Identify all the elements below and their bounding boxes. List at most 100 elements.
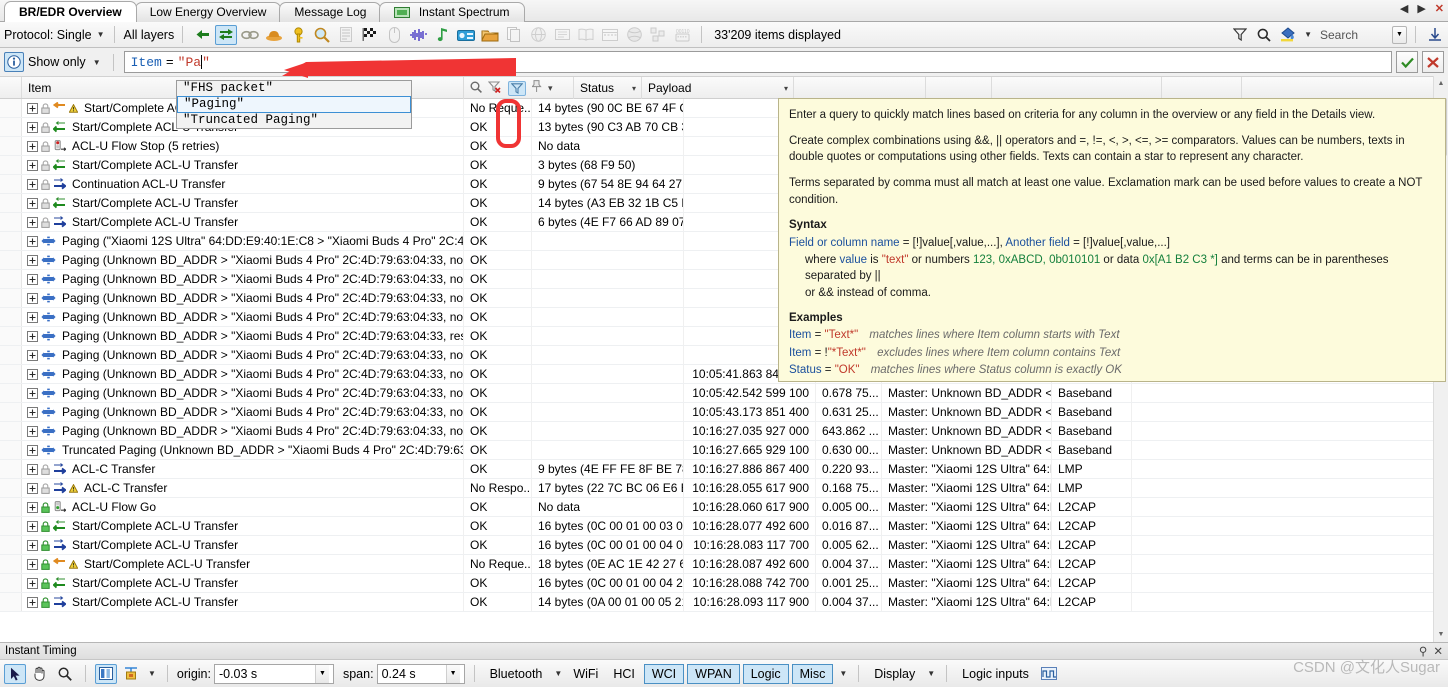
magnifier-icon[interactable] [54,664,76,684]
expand-row-icon[interactable] [27,482,38,494]
marker-dropdown-caret[interactable]: ▼ [148,669,156,678]
cell-item[interactable]: Paging (Unknown BD_ADDR > "Xiaomi Buds 4… [22,346,464,364]
clear-filter-icon[interactable] [487,80,502,96]
expand-row-icon[interactable] [27,273,38,285]
protocol-label[interactable]: Protocol: Single [4,28,92,42]
calendar-icon[interactable] [599,25,621,45]
cell-item[interactable]: Paging ("Xiaomi 12S Ultra" 64:DD:E9:40:1… [22,232,464,250]
table-row[interactable]: ACL-C Transfer OK 9 bytes (4E FF FE 8F BE … [0,460,1448,479]
cell-item[interactable]: Paging (Unknown BD_ADDR > "Xiaomi Buds 4… [22,327,464,345]
paint-dropdown-caret[interactable]: ▼ [1304,30,1312,39]
globe-grey-icon[interactable] [527,25,549,45]
expand-row-icon[interactable] [27,558,38,570]
jump-icon[interactable] [1424,25,1446,45]
wci-filter-button[interactable]: WCI [643,663,685,684]
key-icon[interactable] [287,25,309,45]
next-tab-icon[interactable]: ▶ [1415,2,1427,15]
column-header-time[interactable] [794,77,926,99]
wpan-filter-button[interactable]: WPAN [687,663,740,684]
expand-row-icon[interactable] [27,311,38,323]
wifi-filter-button[interactable]: WiFi [567,664,604,684]
misc-dropdown-caret[interactable]: ▼ [839,669,847,678]
cell-item[interactable]: Start/Complete ACL-U Transfer [22,536,464,554]
waveform-icon[interactable] [407,25,429,45]
tab-message-log[interactable]: Message Log [279,2,382,22]
expand-row-icon[interactable] [27,121,38,133]
origin-input[interactable]: -0.03 s ▼ [213,663,334,684]
expand-row-icon[interactable] [27,254,38,266]
paint-bucket-icon[interactable] [1277,25,1299,45]
keypad-icon[interactable]: 00110 [671,25,693,45]
table-row[interactable]: ACL-U Flow Go OK No data 10:16:28.060 617 9… [0,498,1448,517]
table-row[interactable]: Paging (Unknown BD_ADDR > "Xiaomi Buds 4… [0,403,1448,422]
copy-icon[interactable] [503,25,525,45]
columns-icon[interactable] [95,663,117,684]
autocomplete-item-truncated-paging[interactable]: "Truncated Paging" [177,113,411,128]
checkered-flag-icon[interactable] [359,25,381,45]
network-icon[interactable] [647,25,669,45]
search-dropdown-caret[interactable]: ▼ [1392,25,1407,44]
table-row[interactable]: Start/Complete ACL-U Transfer OK 16 bytes … [0,517,1448,536]
cell-item[interactable]: Paging (Unknown BD_ADDR > "Xiaomi Buds 4… [22,384,464,402]
expand-row-icon[interactable] [27,330,38,342]
info-icon[interactable] [4,52,24,72]
column-header-protocol[interactable] [1162,77,1242,99]
hat-icon[interactable] [263,25,285,45]
cell-item[interactable]: Paging (Unknown BD_ADDR > "Xiaomi Buds 4… [22,365,464,383]
cell-item[interactable]: Paging (Unknown BD_ADDR > "Xiaomi Buds 4… [22,308,464,326]
expand-row-icon[interactable] [27,349,38,361]
filter-icon[interactable] [1229,25,1251,45]
display-menu-button[interactable]: Display [868,664,921,684]
pin-panel-icon[interactable]: ⚲ [1419,644,1427,658]
expand-row-icon[interactable] [27,368,38,380]
folder-icon[interactable] [479,25,501,45]
search-input[interactable]: Search [1316,28,1390,42]
cell-item[interactable]: Start/Complete ACL-U Transfer [22,194,464,212]
show-only-label[interactable]: Show only [28,55,86,69]
mouse-icon[interactable] [383,25,405,45]
cell-item[interactable]: Paging (Unknown BD_ADDR > "Xiaomi Buds 4… [22,403,464,421]
close-tab-icon[interactable]: ✕ [1433,2,1446,15]
cell-item[interactable]: Paging (Unknown BD_ADDR > "Xiaomi Buds 4… [22,289,464,307]
autocomplete-item-fhs-packet[interactable]: "FHS packet" [177,81,411,96]
cell-item[interactable]: Start/Complete ACL-U Transfer [22,574,464,592]
column-header-payload[interactable]: Payload ▾ [642,77,794,99]
chevron-down-icon[interactable]: ▾ [548,83,553,94]
close-panel-icon[interactable]: ✕ [1433,644,1443,658]
music-note-icon[interactable] [431,25,453,45]
protocol-dropdown-caret[interactable]: ▼ [97,30,105,39]
table-row[interactable]: Start/Complete ACL-U Transfer OK 14 bytes … [0,593,1448,612]
hand-icon[interactable] [29,664,51,684]
back-arrow-icon[interactable] [191,25,213,45]
span-dropdown-caret[interactable]: ▼ [445,664,460,683]
span-input[interactable]: 0.24 s ▼ [376,663,465,684]
expand-row-icon[interactable] [27,539,38,551]
cell-item[interactable]: Continuation ACL-U Transfer [22,175,464,193]
cell-item[interactable]: ACL-U Flow Stop (5 retries) [22,137,464,155]
radio-icon[interactable] [455,25,477,45]
tab-instant-spectrum[interactable]: Instant Spectrum [379,2,525,22]
expand-row-icon[interactable] [27,292,38,304]
header-filter-icon[interactable] [508,80,526,96]
cell-item[interactable]: Start/Complete ACL-U Transfer [22,517,464,535]
chevron-down-icon[interactable]: ▾ [784,84,788,93]
tab-br-edr-overview[interactable]: BR/EDR Overview [4,1,137,22]
table-row[interactable]: ACL-C Transfer No Respo... 17 bytes (22 7C… [0,479,1448,498]
query-accept-button[interactable] [1396,51,1418,73]
query-cancel-button[interactable] [1422,51,1444,73]
search-glass-icon[interactable] [1253,25,1275,45]
list-icon[interactable] [335,25,357,45]
world-icon[interactable] [623,25,645,45]
expand-row-icon[interactable] [27,216,38,228]
column-header-master[interactable] [992,77,1162,99]
cell-item[interactable]: Start/Complete ACL-U Transfer [22,213,464,231]
swap-arrows-icon[interactable] [215,24,238,45]
expand-row-icon[interactable] [27,501,38,513]
expand-row-icon[interactable] [27,577,38,589]
cell-item[interactable]: Truncated Paging (Unknown BD_ADDR > "Xia… [22,441,464,459]
expand-row-icon[interactable] [27,425,38,437]
cell-item[interactable]: Paging (Unknown BD_ADDR > "Xiaomi Buds 4… [22,270,464,288]
prev-tab-icon[interactable]: ◀ [1398,2,1410,15]
expand-row-icon[interactable] [27,102,38,114]
tab-low-energy-overview[interactable]: Low Energy Overview [134,2,282,22]
